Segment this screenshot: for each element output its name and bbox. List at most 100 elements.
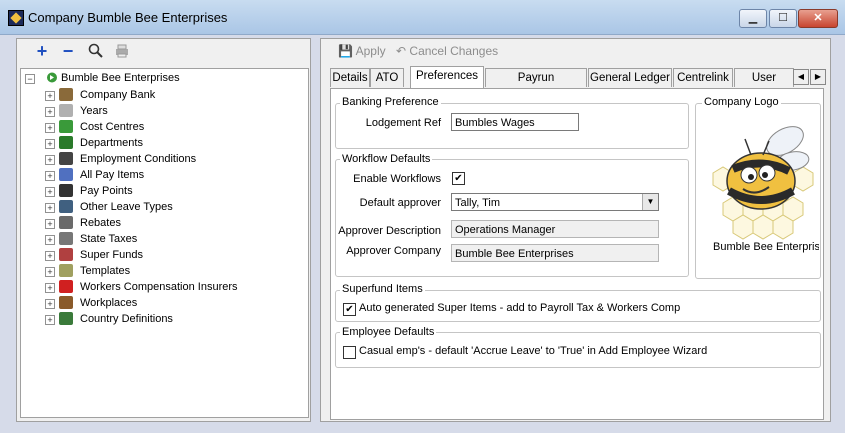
cancel-label: Cancel Changes [409,44,499,58]
tree-item[interactable]: + Super Funds [25,247,305,263]
search-icon[interactable] [88,43,104,59]
employee-defaults-checkbox[interactable] [343,346,356,359]
tree-item[interactable]: + Country Definitions [25,311,305,327]
close-button[interactable]: ✕ [798,9,838,28]
tree-item[interactable]: + Rebates [25,215,305,231]
tree-item[interactable]: + All Pay Items [25,167,305,183]
tree-item[interactable]: + Employment Conditions [25,151,305,167]
workflow-defaults-title: Workflow Defaults [340,153,433,165]
default-approver-select[interactable]: Tally, Tim ▼ [451,193,659,211]
tree-item[interactable]: + Pay Points [25,183,305,199]
tree-item[interactable]: + Other Leave Types [25,199,305,215]
add-icon[interactable]: + [34,42,50,60]
tree-item[interactable]: + Templates [25,263,305,279]
tree-item-label: Employment Conditions [80,153,197,165]
company-icon [45,71,59,84]
expand-icon[interactable]: + [45,107,55,117]
plane-icon [59,200,73,213]
tree-item[interactable]: + Years [25,103,305,119]
expand-icon[interactable]: + [45,315,55,325]
superfund-checkbox[interactable]: ✔ [343,303,356,316]
tab-details[interactable]: Details [330,68,370,87]
tree-item-label: Country Definitions [80,313,173,325]
enable-workflows-checkbox[interactable]: ✔ [452,172,465,185]
departments-icon [59,136,73,149]
enable-workflows-label: Enable Workflows [353,173,441,185]
tree-item-label: Other Leave Types [80,201,173,213]
tab-centrelink[interactable]: Centrelink [673,68,733,87]
bank-icon [59,88,73,101]
expand-icon[interactable]: + [45,203,55,213]
tree-item[interactable]: + State Taxes [25,231,305,247]
lodgement-ref-input[interactable]: Bumbles Wages [451,113,579,131]
approver-company-field: Bumble Bee Enterprises [451,244,659,262]
expand-icon[interactable]: + [45,187,55,197]
red-cross-icon [59,280,73,293]
expand-icon[interactable]: + [45,235,55,245]
approver-description-label: Approver Description [338,225,441,237]
tree-item-label: Super Funds [80,249,143,261]
super-funds-icon [59,248,73,261]
expand-icon[interactable]: + [45,91,55,101]
tree-item-label: Rebates [80,217,121,229]
tree-item-label: Years [80,105,108,117]
tree-item-label: Workplaces [80,297,138,309]
maximize-button[interactable]: ☐ [769,9,797,28]
tree-item[interactable]: + Cost Centres [25,119,305,135]
right-toolbar: 💾 Apply ↶ Cancel Changes [324,40,824,62]
globe-icon [59,312,73,325]
expand-icon[interactable]: + [45,251,55,261]
workplaces-icon [59,296,73,309]
tree-item[interactable]: + Workers Compensation Insurers [25,279,305,295]
expand-icon[interactable]: + [45,283,55,293]
pay-items-icon [59,168,73,181]
approver-description-field: Operations Manager [451,220,659,238]
cancel-changes-button[interactable]: ↶ Cancel Changes [396,44,498,58]
tree-root-label: Bumble Bee Enterprises [61,72,180,84]
tree-item-label: Departments [80,137,143,149]
apply-label: Apply [355,44,386,58]
minimize-button[interactable]: ▁ [739,9,767,28]
save-icon: 💾 [338,44,353,58]
undo-icon: ↶ [396,44,407,58]
approver-company-label: Approver Company [346,245,441,257]
employee-defaults-label: Casual emp's - default 'Accrue Leave' to… [359,345,708,357]
expand-icon[interactable]: + [45,299,55,309]
default-approver-value: Tally, Tim [455,197,501,209]
employee-defaults-title: Employee Defaults [340,326,437,338]
tree-item-label: State Taxes [80,233,138,245]
tab-scroll-left[interactable]: ◀ [793,69,809,85]
expand-icon[interactable]: + [45,139,55,149]
tree-item[interactable]: + Workplaces [25,295,305,311]
left-toolbar: + − [20,40,304,62]
company-tree: − Bumble Bee Enterprises + Company Bank + Y… [20,68,309,418]
document-icon [59,152,73,165]
superfund-items-title: Superfund Items [340,283,425,295]
tree-item-label: Company Bank [80,89,156,101]
chevron-down-icon[interactable]: ▼ [642,194,658,210]
tree-item-label: Templates [80,265,131,277]
tab-general-ledger[interactable]: General Ledger [588,68,672,87]
tab-preferences[interactable]: Preferences [410,66,484,88]
expand-icon[interactable]: + [45,267,55,277]
tab-user-define[interactable]: User Define [734,68,794,87]
expand-icon[interactable]: + [45,171,55,181]
expand-icon[interactable]: + [45,155,55,165]
tree-item[interactable]: + Departments [25,135,305,151]
apply-button[interactable]: 💾 Apply [338,44,386,58]
print-icon[interactable] [114,43,130,59]
tree-item-label: Workers Compensation Insurers [80,281,238,293]
expand-icon[interactable]: + [45,123,55,133]
tab-payrun-preferences[interactable]: Payrun Preferences [485,68,587,102]
tab-ato[interactable]: ATO [370,68,404,87]
tree-item-label: Cost Centres [80,121,145,133]
tree-item[interactable]: + Company Bank [25,87,305,103]
company-logo-title: Company Logo [702,96,781,108]
superfund-label: Auto generated Super Items - add to Payr… [359,302,681,314]
expand-icon[interactable]: + [45,219,55,229]
logo-caption: Bumble Bee Enterpris [713,241,819,253]
remove-icon[interactable]: − [60,42,76,60]
tab-scroll-right[interactable]: ▶ [810,69,826,85]
tree-root[interactable]: − Bumble Bee Enterprises [25,70,305,86]
collapse-icon[interactable]: − [25,74,35,84]
